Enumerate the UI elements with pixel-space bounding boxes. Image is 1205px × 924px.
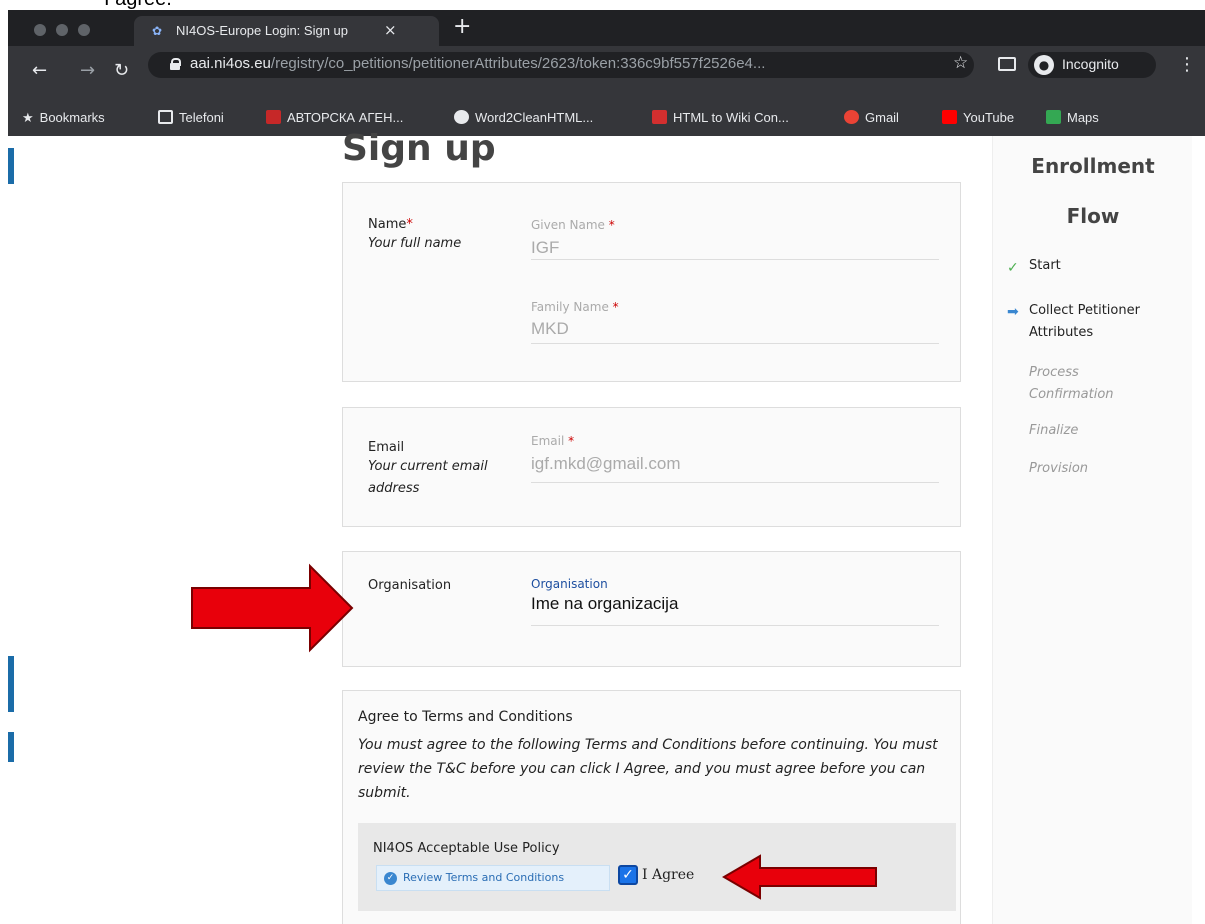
name-label: Name*	[368, 217, 413, 232]
browser-menu-icon[interactable]: ⋮	[1178, 54, 1196, 75]
browser-tab-strip: ✿ NI4OS-Europe Login: Sign up × +	[8, 10, 1205, 46]
incognito-label: Incognito	[1062, 56, 1119, 72]
google-icon	[844, 110, 859, 124]
left-edge-accent	[8, 732, 14, 762]
bookmark-youtube[interactable]: YouTube	[942, 110, 1014, 125]
new-tab-button[interactable]: +	[453, 14, 471, 39]
address-bar[interactable]: aai.ni4os.eu/registry/co_petitions/petit…	[148, 52, 974, 78]
email-description: Your current email address	[368, 459, 488, 496]
reload-icon[interactable]: ↻	[114, 60, 129, 81]
agree-checkbox[interactable]: ✓	[618, 865, 638, 885]
step-collect-attributes: Collect Petitioner Attributes	[1029, 303, 1140, 340]
bookmark-agency[interactable]: АВТОРСКА АГЕН...	[266, 110, 403, 125]
step-start: Start	[1029, 258, 1061, 273]
bookmark-telefoni[interactable]: Telefoni	[158, 110, 224, 125]
incognito-icon: ●	[1034, 55, 1054, 75]
sidebar-title-line2: Flow	[1066, 204, 1120, 228]
organisation-underline	[531, 625, 939, 626]
bookmark-html-to-wiki[interactable]: HTML to Wiki Con...	[652, 110, 789, 125]
organisation-label: Organisation	[368, 578, 452, 593]
email-panel: Email Your current email address Email *…	[342, 407, 961, 527]
left-edge-accent	[8, 148, 14, 184]
organisation-field[interactable]: Ime na organizacija	[531, 594, 678, 614]
forward-arrow-icon[interactable]: →	[80, 60, 95, 81]
bookmark-word2cleanhtml[interactable]: Word2CleanHTML...	[454, 110, 593, 125]
incognito-indicator[interactable]: ● Incognito	[1028, 52, 1156, 78]
browser-toolbar: ← → ↻ aai.ni4os.eu/registry/co_petitions…	[8, 46, 1205, 102]
url-path: /registry/co_petitions/petitionerAttribu…	[270, 55, 766, 72]
step-finalize: Finalize	[1029, 423, 1079, 438]
back-arrow-icon[interactable]: ←	[32, 60, 47, 81]
window-zoom-dot[interactable]	[78, 24, 90, 36]
email-underline	[531, 482, 939, 483]
given-name-input[interactable]: IGF	[531, 238, 559, 258]
review-terms-label: Review Terms and Conditions	[403, 871, 565, 884]
organisation-field-label: Organisation	[531, 577, 608, 591]
name-description: Your full name	[368, 236, 462, 251]
url-host: aai.ni4os.eu	[190, 55, 271, 72]
organisation-panel: Organisation Organisation Ime na organiz…	[342, 551, 961, 667]
lock-icon	[170, 58, 181, 70]
bookmark-star-icon[interactable]: ☆	[953, 53, 968, 73]
page-title: Sign up	[342, 128, 496, 169]
email-field[interactable]: igf.mkd@gmail.com	[531, 454, 681, 474]
bookmark-gmail[interactable]: Gmail	[844, 110, 899, 125]
browser-tab[interactable]: ✿ NI4OS-Europe Login: Sign up ×	[134, 16, 439, 46]
bookmarks-bar: ★ Bookmarks Telefoni АВТОРСКА АГЕН... Wor…	[8, 102, 1205, 136]
terms-title: Agree to Terms and Conditions	[358, 709, 573, 725]
folder-icon	[158, 110, 173, 124]
screenshot-frame: I agree. ✿ NI4OS-Europe Login: Sign up ×…	[0, 0, 1205, 924]
sidebar-title-line1: Enrollment	[1031, 154, 1155, 178]
flash-icon	[652, 110, 667, 124]
given-name-label: Given Name *	[531, 218, 615, 232]
page-content: Sign up Name* Your full name Given Name …	[8, 128, 1205, 924]
enrollment-flow-sidebar: Enrollment Flow ✓ Start ➡ Collect Petiti…	[992, 136, 1192, 924]
tab-title: NI4OS-Europe Login: Sign up	[176, 23, 348, 38]
given-name-underline	[531, 259, 939, 260]
terms-instructions: You must agree to the following Terms an…	[358, 737, 938, 801]
cast-icon[interactable]	[998, 57, 1016, 71]
annotation-arrow-left-icon	[722, 854, 877, 900]
email-field-label: Email *	[531, 434, 575, 448]
email-label: Email	[368, 440, 405, 455]
review-terms-button[interactable]: ✓ Review Terms and Conditions	[376, 865, 610, 891]
star-icon: ★	[22, 110, 34, 125]
site-favicon-icon: ✿	[152, 24, 163, 38]
url-text: aai.ni4os.eu/registry/co_petitions/petit…	[190, 55, 765, 72]
check-circle-icon: ✓	[384, 872, 397, 885]
policy-title: NI4OS Acceptable Use Policy	[373, 841, 560, 856]
agency-icon	[266, 110, 281, 124]
name-panel: Name* Your full name Given Name * IGF Fa…	[342, 182, 961, 382]
checkmark-icon: ✓	[1007, 260, 1019, 276]
step-process-confirmation: Process Confirmation	[1029, 365, 1114, 402]
window-close-dot[interactable]	[34, 24, 46, 36]
step-provision: Provision	[1029, 461, 1089, 476]
agree-label[interactable]: I Agree	[642, 867, 694, 883]
window-minimize-dot[interactable]	[56, 24, 68, 36]
family-name-label: Family Name *	[531, 300, 619, 314]
family-name-underline	[531, 343, 939, 344]
globe-icon	[454, 110, 469, 124]
left-edge-accent	[8, 656, 14, 712]
annotation-arrow-right-icon	[191, 563, 354, 653]
family-name-input[interactable]: MKD	[531, 319, 569, 339]
arrow-right-icon: ➡	[1007, 304, 1019, 320]
bookmark-bookmarks[interactable]: ★ Bookmarks	[22, 110, 105, 126]
tab-close-icon[interactable]: ×	[384, 21, 397, 39]
bookmark-maps[interactable]: Maps	[1046, 110, 1099, 125]
youtube-icon	[942, 110, 957, 124]
maps-icon	[1046, 110, 1061, 124]
